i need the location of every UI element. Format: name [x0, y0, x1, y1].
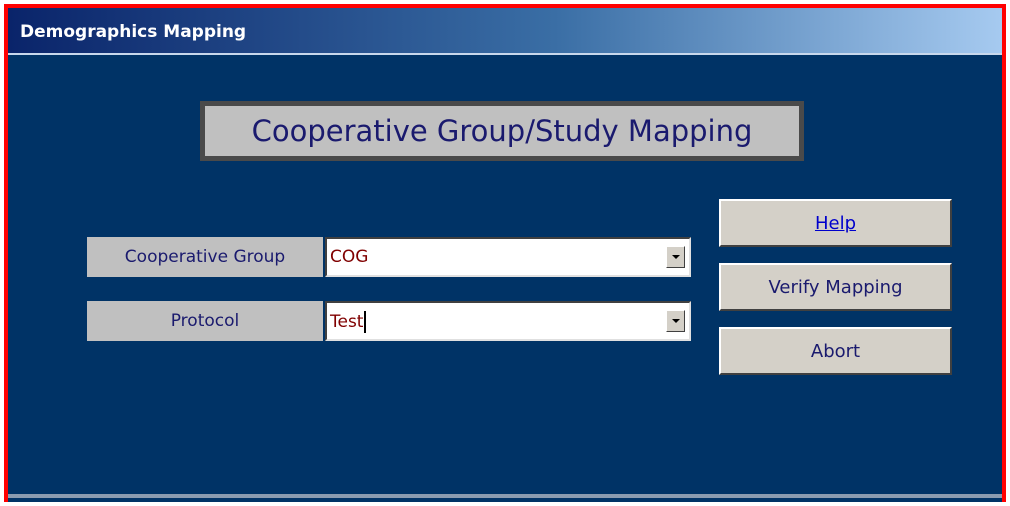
verify-mapping-button[interactable]: Verify Mapping [719, 263, 952, 311]
window-bottom-edge [8, 494, 1002, 498]
help-button[interactable]: Help [719, 199, 952, 247]
cooperative-group-dropdown-button[interactable] [666, 246, 685, 268]
abort-button-label: Abort [810, 340, 861, 362]
heading-box: Cooperative Group/Study Mapping [200, 101, 804, 161]
page-heading: Cooperative Group/Study Mapping [251, 114, 753, 148]
form-body: Cooperative Group/Study Mapping Cooperat… [8, 55, 1002, 502]
text-caret [364, 311, 367, 333]
help-button-label: Help [814, 212, 857, 234]
chevron-down-icon [671, 255, 680, 259]
window-title: Demographics Mapping [20, 22, 247, 42]
protocol-label: Protocol [87, 301, 323, 341]
demographics-mapping-window: Demographics Mapping Cooperative Group/S… [4, 4, 1006, 502]
protocol-value[interactable]: Test [330, 312, 363, 332]
protocol-value-wrapper[interactable]: Test [330, 311, 367, 333]
abort-button[interactable]: Abort [719, 327, 952, 375]
cooperative-group-combobox[interactable]: COG [325, 237, 691, 277]
cooperative-group-label: Cooperative Group [87, 237, 323, 277]
protocol-combobox[interactable]: Test [325, 301, 691, 341]
chevron-down-icon [671, 319, 680, 323]
cooperative-group-value[interactable]: COG [330, 247, 368, 267]
protocol-dropdown-button[interactable] [666, 310, 685, 332]
verify-mapping-button-label: Verify Mapping [768, 276, 903, 298]
window-titlebar[interactable]: Demographics Mapping [8, 8, 1002, 55]
